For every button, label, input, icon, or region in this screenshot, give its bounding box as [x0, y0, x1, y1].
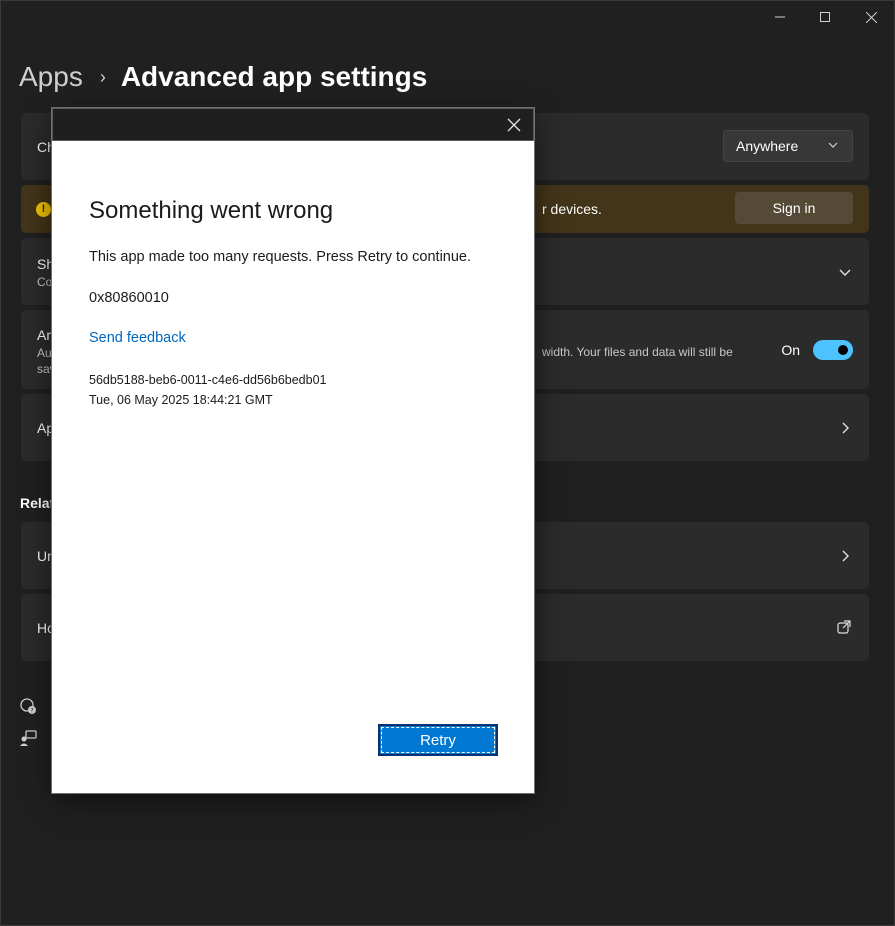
dialog-title: Something went wrong: [89, 197, 334, 224]
error-timestamp: Tue, 06 May 2025 18:44:21 GMT: [89, 393, 273, 407]
get-help-icon[interactable]: ?: [19, 697, 37, 715]
maximize-button[interactable]: [802, 6, 848, 28]
install-source-dropdown[interactable]: Anywhere: [723, 130, 853, 162]
dropdown-value: Anywhere: [736, 138, 799, 154]
svg-text:?: ?: [30, 708, 33, 715]
page-title: Advanced app settings: [120, 61, 428, 92]
give-feedback-icon[interactable]: [19, 729, 37, 747]
close-icon: [865, 11, 877, 23]
share-sub: Co: [37, 275, 53, 289]
toggle-label: On: [781, 342, 800, 358]
toggle-knob: [838, 345, 848, 355]
sign-in-button[interactable]: Sign in: [735, 192, 853, 224]
maximize-icon: [820, 12, 830, 22]
close-window-button[interactable]: [848, 6, 894, 28]
minimize-button[interactable]: [757, 6, 803, 28]
breadcrumb-apps[interactable]: Apps: [19, 61, 83, 93]
dialog-close-button[interactable]: [505, 116, 523, 134]
dialog-titlebar: [52, 108, 534, 141]
error-code: 0x80860010: [89, 290, 169, 306]
correlation-id: 56db5188-beb6-0011-c4e6-dd56b6bedb01: [89, 373, 327, 387]
chevron-down-icon: [828, 142, 838, 148]
archive-label: Ar: [37, 327, 51, 343]
banner-text: r devices.: [542, 201, 602, 217]
archive-description: width. Your files and data will still be: [542, 345, 733, 359]
error-dialog: Something went wrong This app made too m…: [52, 108, 534, 793]
dialog-message: This app made too many requests. Press R…: [89, 249, 472, 265]
archive-toggle[interactable]: [813, 340, 853, 360]
external-link-icon: [837, 620, 851, 634]
chevron-right-icon: ›: [99, 66, 106, 87]
related-settings-heading: Relat: [20, 495, 55, 511]
chevron-right-icon: [842, 422, 849, 434]
chevron-down-icon: [839, 269, 851, 276]
send-feedback-link[interactable]: Send feedback: [89, 330, 186, 346]
minimize-icon: [775, 16, 785, 18]
breadcrumb: Apps › Advanced app settings: [19, 58, 427, 96]
warning-icon: !: [36, 202, 51, 217]
archive-sub-1: Au: [37, 346, 52, 360]
retry-button[interactable]: Retry: [378, 724, 498, 756]
chevron-right-icon: [842, 550, 849, 562]
